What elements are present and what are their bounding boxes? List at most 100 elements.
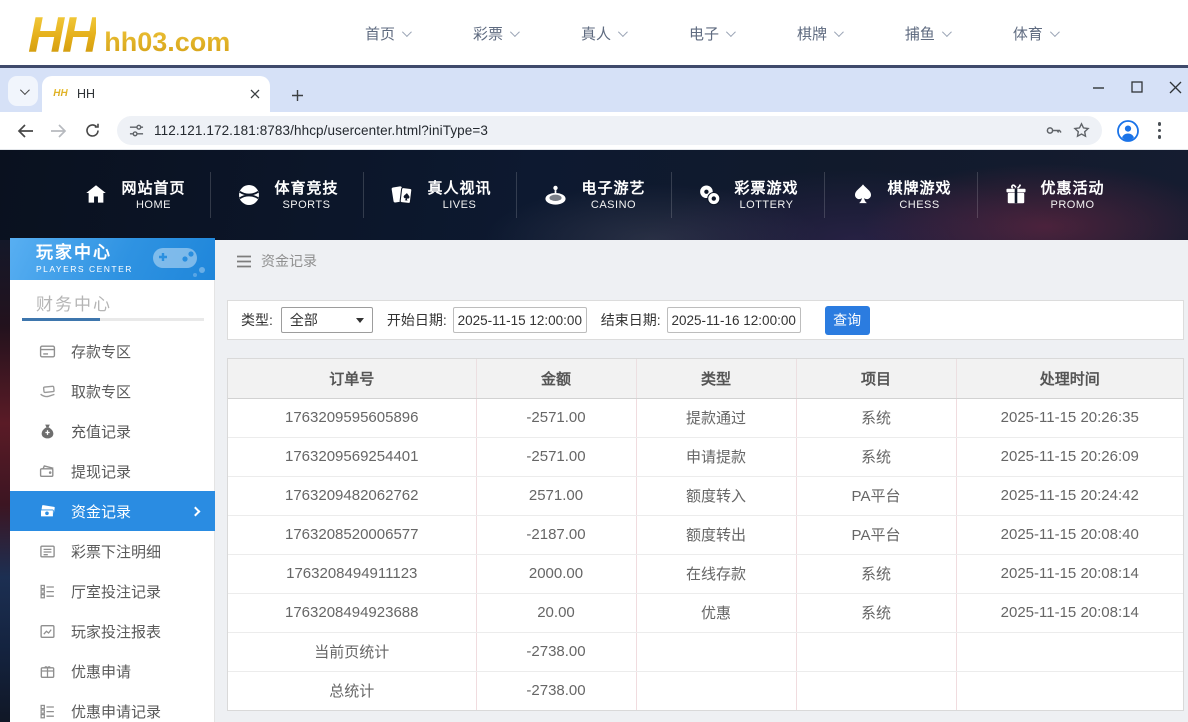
gamepad-icon <box>147 240 209 280</box>
banknotes-icon <box>39 503 56 520</box>
nav-chess[interactable]: 棋牌游戏CHESS <box>824 172 977 218</box>
site-nav-lottery[interactable]: 彩票 <box>473 23 517 44</box>
new-tab-button[interactable] <box>284 82 310 108</box>
gift-icon <box>1003 182 1029 208</box>
filter-bar: 类型: 全部 开始日期: 结束日期: 查询 <box>227 300 1184 340</box>
site-nav-home[interactable]: 首页 <box>365 23 409 44</box>
table-row: 17632084949111232000.00在线存款系统2025-11-15 … <box>228 554 1183 593</box>
window-minimize-icon[interactable] <box>1092 81 1105 94</box>
site-info-icon[interactable] <box>129 123 144 138</box>
table-summary-page-row: 当前页统计-2738.00 <box>228 632 1183 671</box>
site-nav-fishing[interactable]: 捕鱼 <box>905 23 949 44</box>
site-nav-sports[interactable]: 体育 <box>1013 23 1057 44</box>
chevron-down-icon <box>834 27 844 37</box>
withdraw-hand-icon <box>39 383 56 400</box>
tab-close-icon[interactable] <box>250 89 260 99</box>
table-row: 1763208520006577-2187.00额度转出PA平台2025-11-… <box>228 515 1183 554</box>
col-project: 项目 <box>796 359 956 398</box>
sidebar-item-player-bet-report[interactable]: 玩家投注报表 <box>10 611 215 651</box>
sidebar-item-recharge-record[interactable]: 充值记录 <box>10 411 215 451</box>
money-bag-icon <box>39 423 56 440</box>
table-row: 176320849492368820.00优惠系统2025-11-15 20:0… <box>228 593 1183 632</box>
deposit-card-icon <box>39 343 56 360</box>
tab-search-button[interactable] <box>8 76 38 106</box>
table-row: 1763209569254401-2571.00申请提款系统2025-11-15… <box>228 437 1183 476</box>
table-row: 1763209595605896-2571.00提款通过系统2025-11-15… <box>228 398 1183 437</box>
end-date-input[interactable] <box>667 307 801 333</box>
sidebar-menu: 存款专区 取款专区 充值记录 提现记录 资金记录 彩票下注明细 厅室投注记录 玩… <box>10 331 215 722</box>
nav-sports[interactable]: 体育竞技SPORTS <box>210 172 363 218</box>
site-nav-live[interactable]: 真人 <box>581 23 625 44</box>
nav-casino[interactable]: 电子游艺CASINO <box>516 172 670 218</box>
tab-title: HH <box>77 87 242 101</box>
sidebar-item-promo-apply-record[interactable]: 优惠申请记录 <box>10 691 215 722</box>
nav-lottery[interactable]: 彩票游戏LOTTERY <box>671 172 824 218</box>
nav-promo[interactable]: 优惠活动PROMO <box>977 172 1130 218</box>
game-category-nav: 网站首页HOME 体育竞技SPORTS 真人视讯LIVES 电子游艺CASINO… <box>0 150 1188 240</box>
finance-center-heading: 财务中心 <box>36 290 112 315</box>
site-nav: 首页 彩票 真人 电子 棋牌 捕鱼 体育 <box>365 0 1057 66</box>
refresh-icon[interactable] <box>84 122 101 139</box>
type-select[interactable]: 全部 <box>281 307 373 333</box>
site-nav-slots[interactable]: 电子 <box>689 23 733 44</box>
sidebar-item-hall-bet-record[interactable]: 厅室投注记录 <box>10 571 215 611</box>
chevron-down-icon <box>942 27 952 37</box>
col-process-time: 处理时间 <box>956 359 1183 398</box>
site-nav-chess[interactable]: 棋牌 <box>797 23 841 44</box>
chevron-down-icon <box>19 85 29 95</box>
table-row: 17632094820627622571.00额度转入PA平台2025-11-1… <box>228 476 1183 515</box>
sidebar-item-funds-record[interactable]: 资金记录 <box>10 491 215 531</box>
chevron-down-icon <box>1050 27 1060 37</box>
url-text[interactable]: 112.121.172.181:8783/hhcp/usercenter.htm… <box>154 123 1035 138</box>
chevron-down-icon <box>618 27 628 37</box>
browser-menu-icon[interactable] <box>1158 122 1161 138</box>
browser-tab[interactable]: HH HH <box>42 76 270 112</box>
sidebar-item-promo-apply[interactable]: 优惠申请 <box>10 651 215 691</box>
bookmark-star-icon[interactable] <box>1073 122 1090 139</box>
profile-avatar-icon[interactable] <box>1116 119 1140 143</box>
spade-icon <box>850 182 876 208</box>
sidebar: 玩家中心 PLAYERS CENTER 财务中心 存款专区 取款专区 充值记录 … <box>10 238 215 722</box>
logo-domain-text: hh03.com <box>104 20 230 64</box>
chevron-down-icon <box>510 27 520 37</box>
sidebar-item-deposit-zone[interactable]: 存款专区 <box>10 331 215 371</box>
sidebar-item-lottery-bet-detail[interactable]: 彩票下注明细 <box>10 531 215 571</box>
checklist-icon <box>39 703 56 720</box>
sidebar-item-withdraw-zone[interactable]: 取款专区 <box>10 371 215 411</box>
chevron-down-icon <box>402 27 412 37</box>
funds-table: 订单号 金额 类型 项目 处理时间 1763209595605896-2571.… <box>227 358 1184 711</box>
cards-icon <box>389 182 415 208</box>
section-divider <box>22 318 204 321</box>
promo-gift-icon <box>39 663 56 680</box>
sidebar-header: 玩家中心 PLAYERS CENTER <box>10 238 215 280</box>
tab-favicon: HH <box>52 87 69 101</box>
query-button[interactable]: 查询 <box>825 306 870 335</box>
roulette-icon <box>542 182 569 208</box>
sidebar-item-withdrawal-record[interactable]: 提现记录 <box>10 451 215 491</box>
start-date-input[interactable] <box>453 307 587 333</box>
col-amount: 金额 <box>476 359 636 398</box>
type-label: 类型: <box>241 310 273 330</box>
menu-bars-icon[interactable] <box>236 255 252 268</box>
site-logo[interactable]: HH hh03.com <box>28 2 230 64</box>
col-type: 类型 <box>636 359 796 398</box>
col-order-no: 订单号 <box>228 359 476 398</box>
window-close-icon[interactable] <box>1169 81 1182 94</box>
window-maximize-icon[interactable] <box>1131 81 1143 93</box>
logo-hh-text: HH <box>28 6 96 64</box>
main-content: 资金记录 类型: 全部 开始日期: 结束日期: 查询 订单号 金额 类型 项目 … <box>215 240 1188 722</box>
back-icon[interactable] <box>16 123 34 139</box>
site-header: HH hh03.com 首页 彩票 真人 电子 棋牌 捕鱼 体育 <box>0 0 1188 66</box>
chevron-down-icon <box>726 27 736 37</box>
end-date-label: 结束日期: <box>601 310 661 330</box>
nav-live[interactable]: 真人视讯LIVES <box>363 172 516 218</box>
sports-ball-icon <box>236 182 262 208</box>
list-card-icon <box>39 543 56 560</box>
breadcrumb: 资金记录 <box>236 251 317 271</box>
password-key-icon[interactable] <box>1045 123 1063 138</box>
home-icon <box>83 182 109 208</box>
report-chart-icon <box>39 623 56 640</box>
nav-home[interactable]: 网站首页HOME <box>58 172 210 218</box>
forward-icon[interactable] <box>50 123 68 139</box>
address-bar[interactable]: 112.121.172.181:8783/hhcp/usercenter.htm… <box>117 116 1102 145</box>
